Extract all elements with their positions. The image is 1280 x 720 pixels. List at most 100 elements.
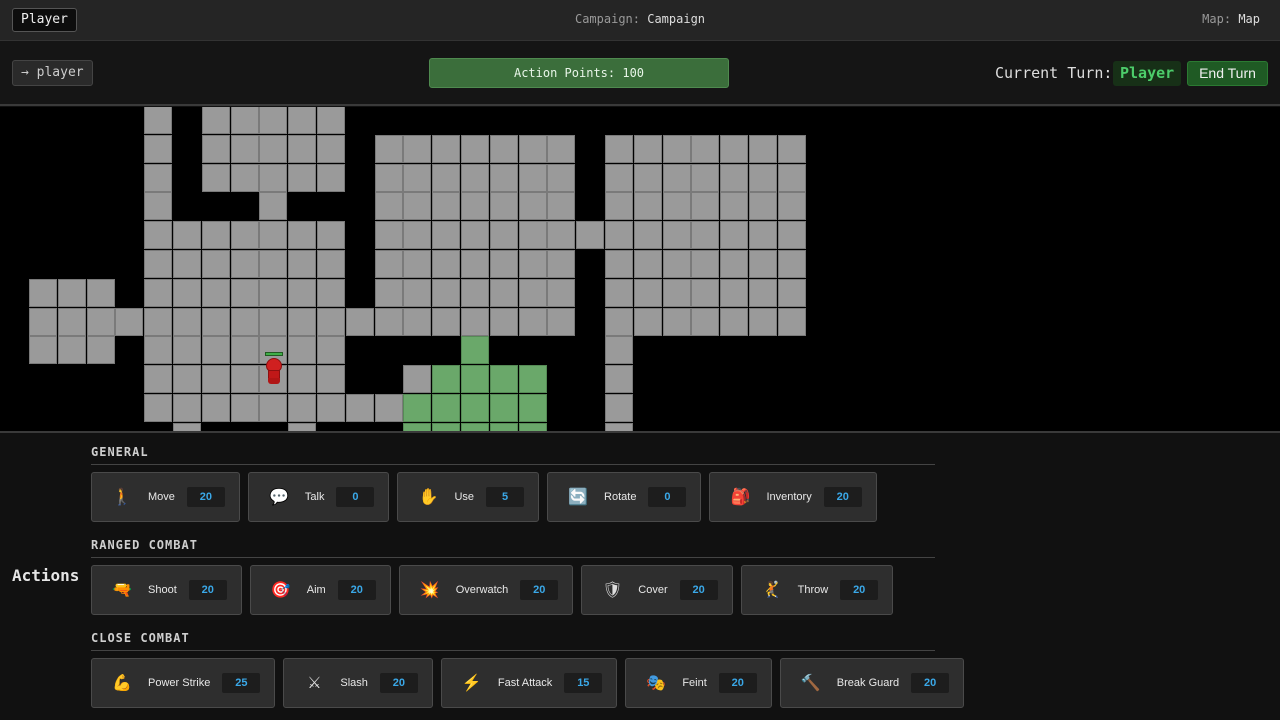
- move-range-tile[interactable]: [432, 365, 460, 393]
- floor-tile[interactable]: [605, 394, 633, 422]
- aim-action-button[interactable]: 🎯 Aim 20: [249, 565, 391, 615]
- move-range-tile[interactable]: [461, 365, 489, 393]
- floor-tile[interactable]: [202, 308, 230, 336]
- floor-tile[interactable]: [173, 250, 201, 278]
- floor-tile[interactable]: [259, 135, 287, 163]
- floor-tile[interactable]: [519, 308, 547, 336]
- floor-tile[interactable]: [58, 308, 86, 336]
- floor-tile[interactable]: [29, 336, 57, 364]
- move-range-tile[interactable]: [490, 394, 518, 422]
- fast-attack-action-button[interactable]: ⚡ Fast Attack 15: [440, 658, 618, 708]
- floor-tile[interactable]: [519, 279, 547, 307]
- move-range-tile[interactable]: [403, 394, 431, 422]
- floor-tile[interactable]: [288, 336, 316, 364]
- floor-tile[interactable]: [173, 423, 201, 431]
- floor-tile[interactable]: [231, 221, 259, 249]
- floor-tile[interactable]: [202, 336, 230, 364]
- floor-tile[interactable]: [519, 221, 547, 249]
- floor-tile[interactable]: [605, 336, 633, 364]
- move-range-tile[interactable]: [461, 394, 489, 422]
- move-range-tile[interactable]: [519, 423, 547, 431]
- floor-tile[interactable]: [547, 192, 575, 220]
- floor-tile[interactable]: [720, 135, 748, 163]
- floor-tile[interactable]: [461, 279, 489, 307]
- floor-tile[interactable]: [115, 308, 143, 336]
- floor-tile[interactable]: [691, 250, 719, 278]
- player-link-button[interactable]: → player: [12, 60, 93, 86]
- floor-tile[interactable]: [778, 308, 806, 336]
- floor-tile[interactable]: [749, 192, 777, 220]
- floor-tile[interactable]: [778, 279, 806, 307]
- floor-tile[interactable]: [403, 250, 431, 278]
- floor-tile[interactable]: [403, 164, 431, 192]
- move-range-tile[interactable]: [519, 394, 547, 422]
- floor-tile[interactable]: [461, 164, 489, 192]
- floor-tile[interactable]: [317, 394, 345, 422]
- slash-action-button[interactable]: ⚔ Slash 20: [283, 658, 433, 708]
- game-map[interactable]: [0, 107, 1280, 431]
- rotate-action-button[interactable]: 🔄 Rotate 0: [547, 472, 702, 522]
- floor-tile[interactable]: [720, 192, 748, 220]
- move-range-tile[interactable]: [403, 423, 431, 431]
- floor-tile[interactable]: [29, 308, 57, 336]
- floor-tile[interactable]: [231, 135, 259, 163]
- floor-tile[interactable]: [663, 250, 691, 278]
- talk-action-button[interactable]: 💬 Talk 0: [247, 472, 390, 522]
- floor-tile[interactable]: [432, 221, 460, 249]
- floor-tile[interactable]: [634, 221, 662, 249]
- floor-tile[interactable]: [173, 336, 201, 364]
- floor-tile[interactable]: [432, 135, 460, 163]
- floor-tile[interactable]: [375, 164, 403, 192]
- floor-tile[interactable]: [29, 279, 57, 307]
- floor-tile[interactable]: [259, 279, 287, 307]
- floor-tile[interactable]: [634, 192, 662, 220]
- floor-tile[interactable]: [547, 250, 575, 278]
- end-turn-button[interactable]: End Turn: [1187, 61, 1268, 86]
- floor-tile[interactable]: [432, 192, 460, 220]
- floor-tile[interactable]: [576, 221, 604, 249]
- floor-tile[interactable]: [547, 135, 575, 163]
- move-range-tile[interactable]: [461, 336, 489, 364]
- floor-tile[interactable]: [202, 135, 230, 163]
- floor-tile[interactable]: [663, 308, 691, 336]
- floor-tile[interactable]: [375, 135, 403, 163]
- floor-tile[interactable]: [144, 135, 172, 163]
- floor-tile[interactable]: [490, 135, 518, 163]
- floor-tile[interactable]: [288, 135, 316, 163]
- floor-tile[interactable]: [259, 394, 287, 422]
- floor-tile[interactable]: [778, 250, 806, 278]
- floor-tile[interactable]: [144, 250, 172, 278]
- floor-tile[interactable]: [634, 279, 662, 307]
- floor-tile[interactable]: [691, 192, 719, 220]
- floor-tile[interactable]: [605, 221, 633, 249]
- floor-tile[interactable]: [288, 221, 316, 249]
- floor-tile[interactable]: [605, 279, 633, 307]
- floor-tile[interactable]: [605, 192, 633, 220]
- floor-tile[interactable]: [663, 135, 691, 163]
- floor-tile[interactable]: [144, 394, 172, 422]
- floor-tile[interactable]: [663, 279, 691, 307]
- floor-tile[interactable]: [691, 279, 719, 307]
- floor-tile[interactable]: [231, 336, 259, 364]
- move-action-button[interactable]: 🚶 Move 20: [91, 472, 240, 522]
- floor-tile[interactable]: [605, 164, 633, 192]
- floor-tile[interactable]: [749, 135, 777, 163]
- floor-tile[interactable]: [519, 250, 547, 278]
- floor-tile[interactable]: [720, 279, 748, 307]
- floor-tile[interactable]: [490, 221, 518, 249]
- throw-action-button[interactable]: 🤾 Throw 20: [740, 565, 894, 615]
- floor-tile[interactable]: [288, 394, 316, 422]
- floor-tile[interactable]: [202, 394, 230, 422]
- floor-tile[interactable]: [288, 107, 316, 134]
- floor-tile[interactable]: [547, 279, 575, 307]
- floor-tile[interactable]: [432, 250, 460, 278]
- floor-tile[interactable]: [720, 164, 748, 192]
- floor-tile[interactable]: [691, 221, 719, 249]
- floor-tile[interactable]: [634, 135, 662, 163]
- floor-tile[interactable]: [231, 250, 259, 278]
- floor-tile[interactable]: [749, 221, 777, 249]
- floor-tile[interactable]: [58, 336, 86, 364]
- floor-tile[interactable]: [259, 308, 287, 336]
- floor-tile[interactable]: [231, 394, 259, 422]
- floor-tile[interactable]: [490, 164, 518, 192]
